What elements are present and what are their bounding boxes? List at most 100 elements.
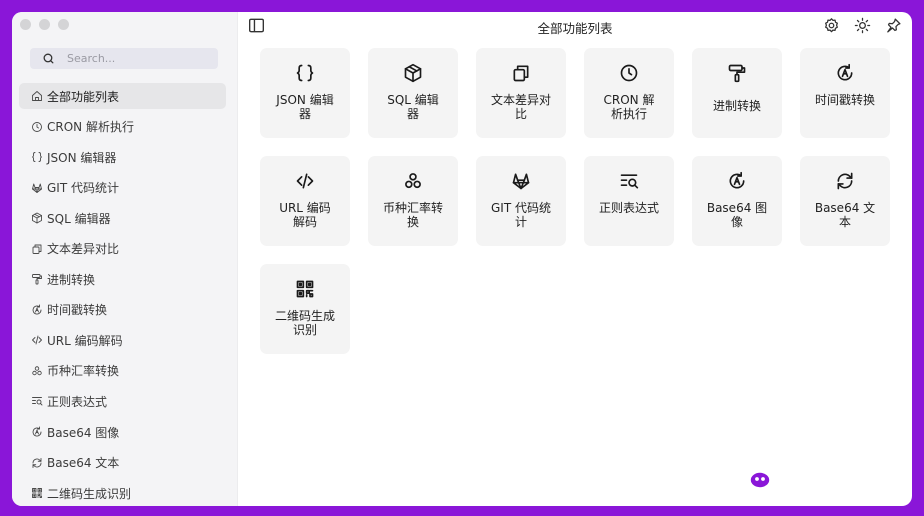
search-input[interactable] (65, 51, 209, 66)
qrcode-icon (296, 280, 314, 298)
settings-gear-icon[interactable] (823, 17, 840, 34)
copy-icon (32, 244, 42, 254)
sidebar-item[interactable]: 文本差异对比 (19, 236, 226, 262)
sidebar-item-label: 正则表达式 (47, 394, 108, 409)
zoom-window-button[interactable] (58, 19, 69, 30)
refresh-icon (837, 172, 853, 190)
text-search-icon (32, 397, 43, 406)
main-panel: 全部功能列表 JSON 编辑器 SQL 编辑器 文本差异对比 CRON 解析执行 进制转… (238, 12, 912, 506)
sidebar-item[interactable]: 二维码生成识别 (19, 480, 226, 506)
paint-roller-icon (728, 64, 746, 83)
wechat-icon (737, 463, 771, 489)
tool-card-label: Base64 文本 (814, 201, 876, 229)
sidebar-item[interactable]: Base64 文本 (19, 450, 226, 476)
cube-icon (404, 63, 422, 83)
sidebar-item[interactable]: CRON 解析执行 (19, 114, 226, 140)
rotate-a-icon (32, 426, 42, 437)
watermark-text: 黑科技宝库 (780, 466, 885, 490)
page-title: 全部功能列表 (537, 21, 613, 36)
tool-card-label: SQL 编辑器 (387, 93, 439, 121)
theme-sun-icon[interactable] (854, 17, 871, 34)
tool-grid: JSON 编辑器 SQL 编辑器 文本差异对比 CRON 解析执行 进制转换 时间戳转换 U… (260, 48, 890, 354)
circles-icon (32, 366, 42, 376)
sidebar-item[interactable]: GIT 代码统计 (19, 175, 226, 201)
tool-card-label: JSON 编辑器 (276, 93, 334, 121)
sidebar-item-label: 文本差异对比 (47, 242, 120, 257)
tool-card[interactable]: JSON 编辑器 (260, 48, 350, 138)
watermark: 黑科技宝库 (736, 462, 885, 491)
minimize-window-button[interactable] (39, 19, 50, 30)
tool-card-label: GIT 代码统计 (491, 201, 551, 229)
sidebar-item[interactable]: 正则表达式 (19, 388, 226, 414)
pin-icon[interactable] (885, 17, 902, 34)
tool-card[interactable]: 币种汇率转换 (368, 156, 458, 246)
sidebar-item-label: 币种汇率转换 (47, 364, 120, 379)
sidebar-item[interactable]: 币种汇率转换 (19, 358, 226, 384)
sidebar-item[interactable]: URL 编码解码 (19, 327, 226, 353)
home-icon (32, 91, 42, 101)
tool-card-label: CRON 解析执行 (603, 93, 655, 121)
sidebar: 全部功能列表 CRON 解析执行 JSON 编辑器 GIT 代码统计 SQL 编辑器文本… (12, 12, 238, 506)
clock-icon (32, 121, 42, 132)
tool-card[interactable]: 时间戳转换 (800, 48, 890, 138)
search-box (30, 48, 218, 69)
close-window-button[interactable] (20, 19, 31, 30)
tool-card-label: 时间戳转换 (814, 93, 875, 107)
code-icon (32, 335, 42, 345)
tool-card[interactable]: SQL 编辑器 (368, 48, 458, 138)
sidebar-item-label: Base64 图像 (47, 425, 120, 440)
tool-card[interactable]: 文本差异对比 (476, 48, 566, 138)
tool-card[interactable]: Base64 文本 (800, 156, 890, 246)
braces-icon (296, 64, 314, 82)
qrcode-icon (32, 488, 42, 499)
tool-card-label: 文本差异对比 (490, 93, 551, 121)
sidebar-nav: 全部功能列表 CRON 解析执行 JSON 编辑器 GIT 代码统计 SQL 编辑器 文本… (19, 83, 226, 506)
sidebar-item[interactable]: SQL 编辑器 (19, 205, 226, 231)
sidebar-item-label: 时间戳转换 (47, 303, 108, 318)
tool-card-label: URL 编码解码 (279, 201, 331, 229)
app-window: 全部功能列表CRON 解析执行JSON 编辑器GIT 代码统计SQL 编辑器文本… (12, 12, 912, 506)
sidebar-item-label: 进制转换 (47, 272, 96, 287)
sidebar-item-label: CRON 解析执行 (47, 120, 134, 135)
tool-card[interactable]: 正则表达式 (584, 156, 674, 246)
tool-card-label: 币种汇率转换 (382, 201, 443, 229)
rotate-a-icon (729, 171, 745, 189)
window-controls (20, 19, 69, 30)
copy-icon (513, 65, 529, 82)
search-icon (43, 53, 54, 64)
text-search-icon (620, 174, 639, 189)
tool-card[interactable]: 进制转换 (692, 48, 782, 138)
sidebar-item[interactable]: Base64 图像 (19, 419, 226, 445)
clock-icon (620, 64, 638, 82)
sidebar-item-label: 全部功能列表 (47, 89, 120, 104)
tool-card[interactable]: CRON 解析执行 (584, 48, 674, 138)
refresh-icon (32, 457, 42, 468)
tool-card[interactable]: 二维码生成识别 (260, 264, 350, 354)
sidebar-item[interactable]: JSON 编辑器 (19, 144, 226, 170)
rotate-a-icon (32, 304, 42, 315)
sidebar-item[interactable]: 全部功能列表 (19, 83, 226, 109)
tool-card-label: 正则表达式 (598, 201, 659, 215)
sidebar-item-label: 二维码生成识别 (47, 486, 132, 501)
gitlab-icon (512, 173, 530, 190)
sidebar-item-label: JSON 编辑器 (47, 150, 117, 165)
tool-card-label: 二维码生成识别 (274, 309, 335, 337)
sidebar-item[interactable]: 进制转换 (19, 266, 226, 292)
sidebar-item-label: SQL 编辑器 (47, 211, 111, 226)
tool-card[interactable]: Base64 图像 (692, 156, 782, 246)
sidebar-item-label: Base64 文本 (47, 456, 120, 471)
tool-card[interactable]: GIT 代码统计 (476, 156, 566, 246)
tool-card-label: Base64 图像 (706, 201, 768, 229)
code-icon (296, 173, 314, 189)
gitlab-icon (32, 183, 42, 193)
rotate-a-icon (837, 63, 853, 81)
toolbar: 全部功能列表 (238, 12, 912, 42)
tool-card[interactable]: URL 编码解码 (260, 156, 350, 246)
sidebar-item-label: GIT 代码统计 (47, 181, 119, 196)
cube-icon (32, 212, 42, 224)
sidebar-item[interactable]: 时间戳转换 (19, 297, 226, 323)
toolbar-actions (823, 17, 902, 34)
sidebar-item-label: URL 编码解码 (47, 333, 123, 348)
circles-icon (405, 173, 421, 189)
tool-card-label: 进制转换 (712, 99, 761, 113)
